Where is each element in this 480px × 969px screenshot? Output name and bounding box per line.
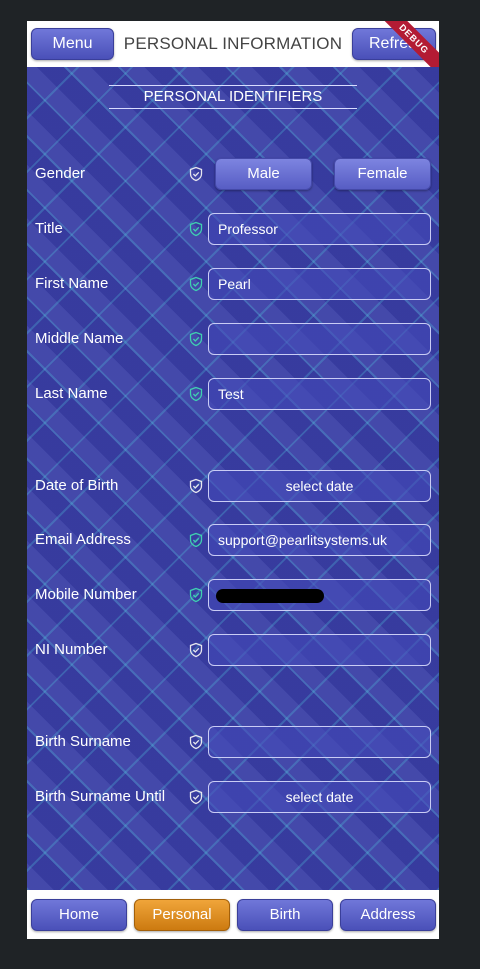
date-of-birth-select-button[interactable]: select date (208, 470, 431, 502)
shield-check-icon (189, 532, 203, 548)
shield-check-icon (189, 166, 203, 182)
nav-personal-button[interactable]: Personal (134, 899, 230, 931)
shield-check-icon (189, 331, 203, 347)
middle-name-label: Middle Name (35, 330, 124, 347)
first-name-label: First Name (35, 275, 109, 292)
bottom-nav: Home Personal Birth Address (27, 890, 439, 939)
nav-address-button[interactable]: Address (340, 899, 436, 931)
personal-info-form: PERSONAL IDENTIFIERS Gender Male Female … (27, 67, 439, 890)
ni-number-field[interactable] (208, 634, 431, 666)
middle-name-row: Middle Name (27, 323, 439, 355)
shield-check-icon (189, 642, 203, 658)
gender-label: Gender (35, 165, 86, 182)
first-name-field[interactable]: Pearl (208, 268, 431, 300)
mobile-field[interactable] (208, 579, 431, 611)
section-title: PERSONAL IDENTIFIERS (109, 85, 357, 109)
shield-check-icon (189, 478, 203, 494)
mobile-label: Mobile Number (35, 586, 137, 603)
mobile-row: Mobile Number (27, 579, 439, 611)
last-name-label: Last Name (35, 385, 108, 402)
title-field[interactable]: Professor (208, 213, 431, 245)
female-button[interactable]: Female (334, 158, 431, 190)
email-row: Email Address support@pearlitsystems.uk (27, 524, 439, 556)
shield-check-icon (189, 276, 203, 292)
last-name-row: Last Name Test (27, 378, 439, 410)
title-row: Title Professor (27, 213, 439, 245)
shield-check-icon (189, 734, 203, 750)
ni-number-label: NI Number (35, 641, 108, 658)
date-of-birth-label: Date of Birth (35, 477, 119, 494)
email-field[interactable]: support@pearlitsystems.uk (208, 524, 431, 556)
nav-birth-button[interactable]: Birth (237, 899, 333, 931)
male-button[interactable]: Male (215, 158, 312, 190)
first-name-row: First Name Pearl (27, 268, 439, 300)
page-title: PERSONAL INFORMATION (123, 34, 343, 53)
ni-number-row: NI Number (27, 634, 439, 666)
middle-name-field[interactable] (208, 323, 431, 355)
birth-surname-field[interactable] (208, 726, 431, 758)
email-label: Email Address (35, 531, 131, 548)
birth-surname-until-label: Birth Surname Until (35, 788, 166, 805)
last-name-field[interactable]: Test (208, 378, 431, 410)
gender-row: Gender Male Female (27, 158, 439, 190)
shield-check-icon (189, 789, 203, 805)
shield-check-icon (189, 386, 203, 402)
birth-surname-until-select-button[interactable]: select date (208, 781, 431, 813)
date-of-birth-row: Date of Birth select date (27, 470, 439, 502)
title-label: Title (35, 220, 63, 237)
redaction-mark (216, 589, 324, 603)
birth-surname-until-row: Birth Surname Until select date (27, 781, 439, 813)
menu-button[interactable]: Menu (31, 28, 114, 60)
nav-home-button[interactable]: Home (31, 899, 127, 931)
app-header: Menu PERSONAL INFORMATION Refresh DEBUG (27, 21, 439, 84)
birth-surname-row: Birth Surname (27, 726, 439, 758)
birth-surname-label: Birth Surname (35, 733, 131, 750)
app-window: Menu PERSONAL INFORMATION Refresh DEBUG … (27, 21, 439, 939)
shield-check-icon (189, 221, 203, 237)
shield-check-icon (189, 587, 203, 603)
